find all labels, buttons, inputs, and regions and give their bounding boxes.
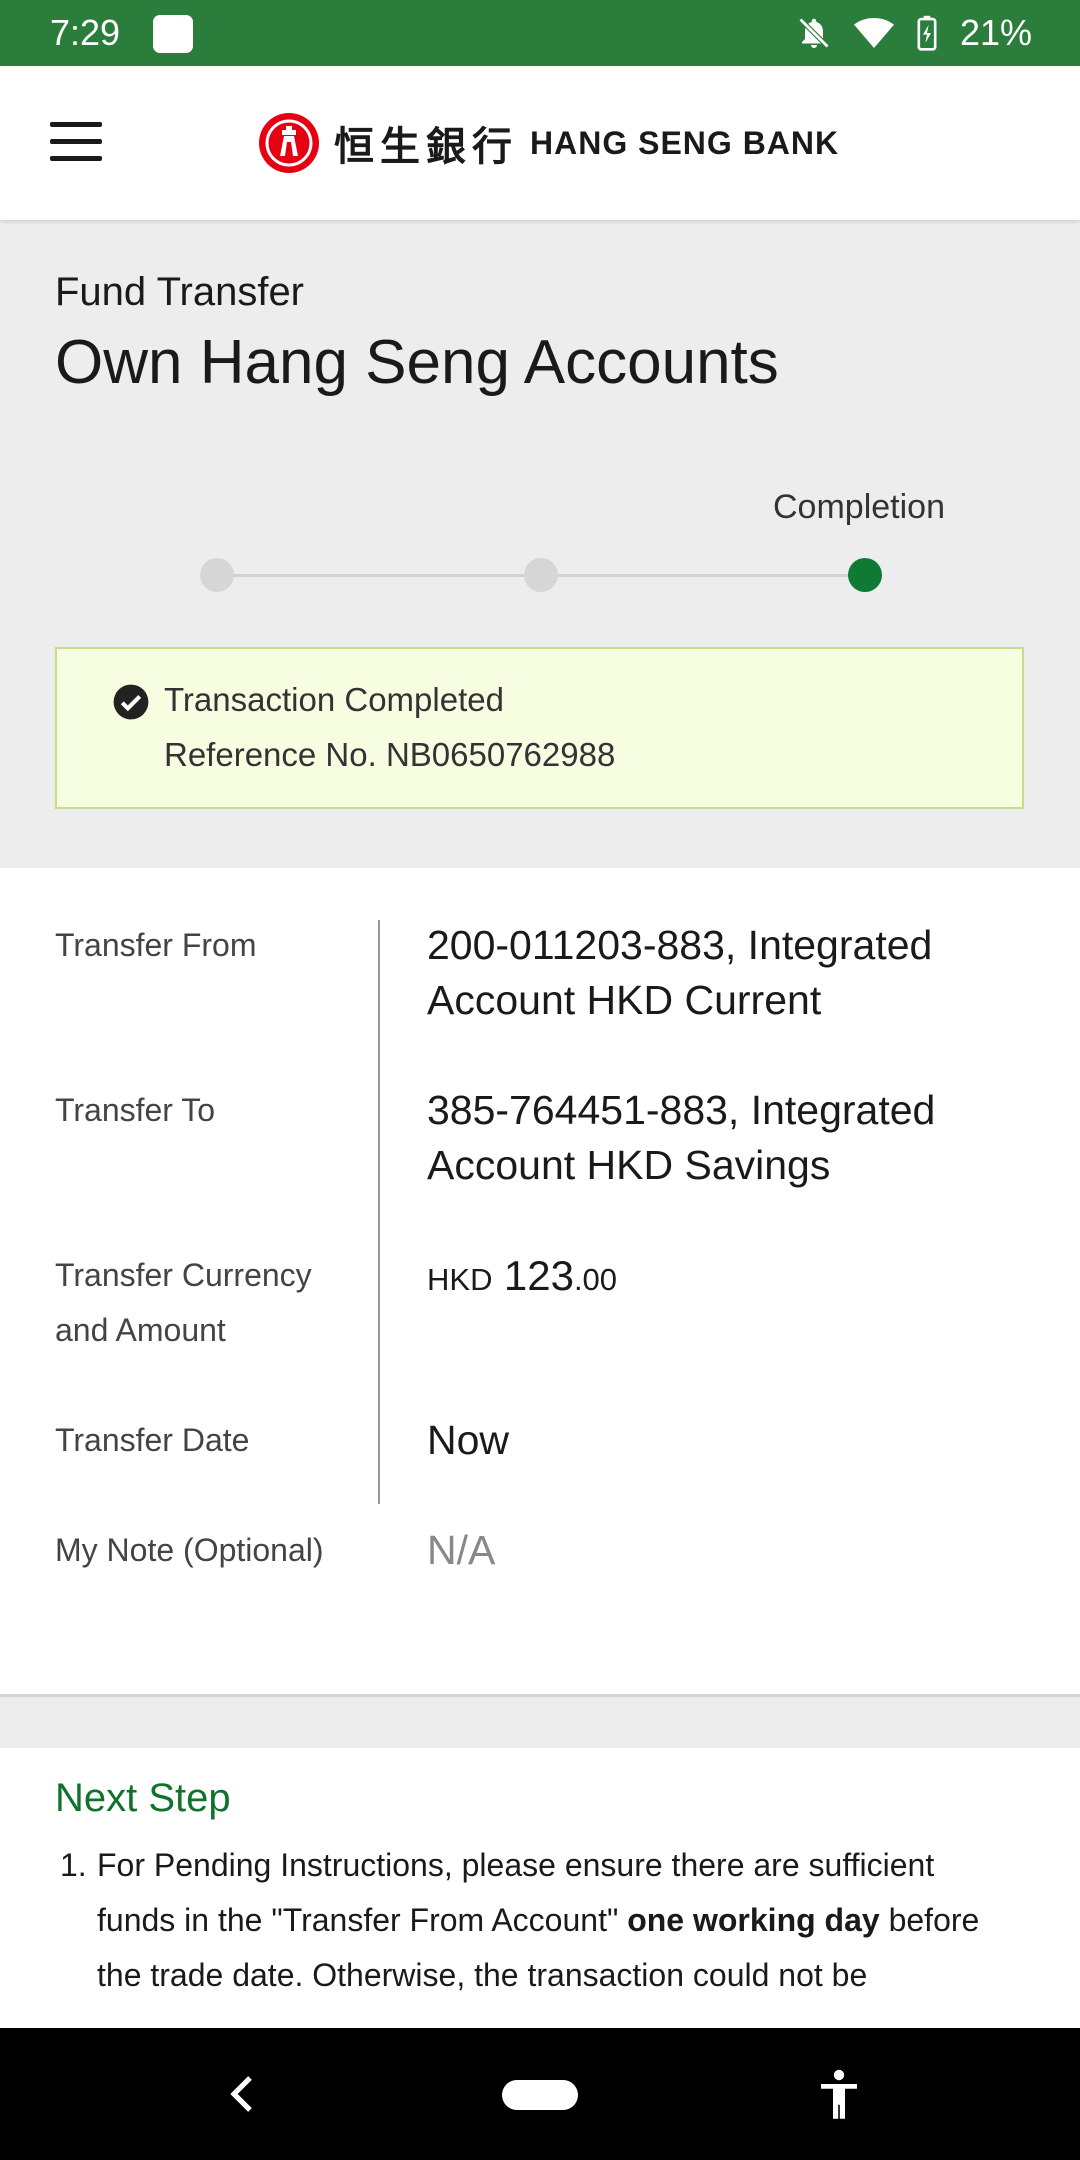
home-pill-icon[interactable]	[502, 2080, 578, 2110]
progress-stepper: Completion	[0, 480, 1080, 600]
hang-seng-logo-icon	[259, 113, 319, 173]
detail-value: 200-011203-883, Integrated Account HKD C…	[427, 922, 933, 1023]
logo-english-text: HANG SENG BANK	[530, 124, 840, 161]
page-title: Own Hang Seng Accounts	[55, 328, 779, 397]
app-notification-icon	[153, 15, 193, 53]
page-subtitle: Fund Transfer	[55, 270, 305, 314]
transaction-status: Transaction Completed	[164, 681, 504, 718]
reference-number: Reference No. NB0650762988	[164, 736, 616, 773]
wifi-icon	[853, 18, 894, 48]
detail-label: Transfer Date	[55, 1422, 250, 1458]
next-step-title: Next Step	[55, 1776, 231, 1820]
hamburger-menu-icon[interactable]	[50, 122, 104, 162]
system-nav-bar	[0, 2028, 1080, 2160]
detail-label: My Note (Optional)	[55, 1532, 324, 1568]
check-circle-icon	[113, 684, 149, 720]
bell-off-icon	[798, 17, 830, 49]
step-dot-3-active	[848, 558, 882, 592]
detail-label: Transfer To	[55, 1092, 216, 1128]
list-item-number: 1.	[60, 1847, 87, 1883]
battery-charging-icon	[917, 15, 937, 51]
list-item: 1. For Pending Instructions, please ensu…	[55, 1838, 1015, 2003]
back-icon[interactable]	[222, 2072, 262, 2116]
battery-percentage: 21%	[959, 12, 1032, 53]
app-header: 恒生銀行 HANG SENG BANK	[0, 66, 1080, 220]
step-dot-1	[200, 558, 234, 592]
status-icons: 21%	[796, 12, 1032, 54]
details-divider	[378, 920, 380, 1504]
step-dot-2	[524, 558, 558, 592]
detail-value: 385-764451-883, Integrated Account HKD S…	[427, 1087, 936, 1188]
detail-label: Transfer Currency and Amount	[55, 1257, 312, 1348]
list-item-text: For Pending Instructions, please ensure …	[97, 1847, 980, 1993]
next-step-section: Next Step 1. For Pending Instructions, p…	[0, 1748, 1080, 2028]
detail-label: Transfer From	[55, 927, 257, 963]
amount-decimals: .00	[573, 1262, 618, 1297]
amount-integer: 123	[503, 1252, 574, 1299]
detail-value: Now	[427, 1417, 510, 1463]
transaction-success-banner: Transaction Completed Reference No. NB06…	[55, 647, 1024, 809]
transfer-details: Transfer From 200-011203-883, Integrated…	[0, 868, 1080, 1697]
amount-currency: HKD	[427, 1262, 493, 1297]
status-bar: 7:29 21%	[0, 0, 1080, 66]
status-time: 7:29	[50, 12, 121, 53]
detail-value: N/A	[427, 1527, 496, 1573]
logo-chinese-text: 恒生銀行	[334, 123, 518, 170]
bank-logo: 恒生銀行 HANG SENG BANK	[258, 112, 839, 174]
detail-value-amount: HKD 123.00	[427, 1248, 1027, 1307]
accessibility-icon[interactable]	[815, 2068, 863, 2120]
step-label-completion: Completion	[773, 488, 945, 526]
page-title-area: Fund Transfer Own Hang Seng Accounts	[55, 270, 779, 398]
